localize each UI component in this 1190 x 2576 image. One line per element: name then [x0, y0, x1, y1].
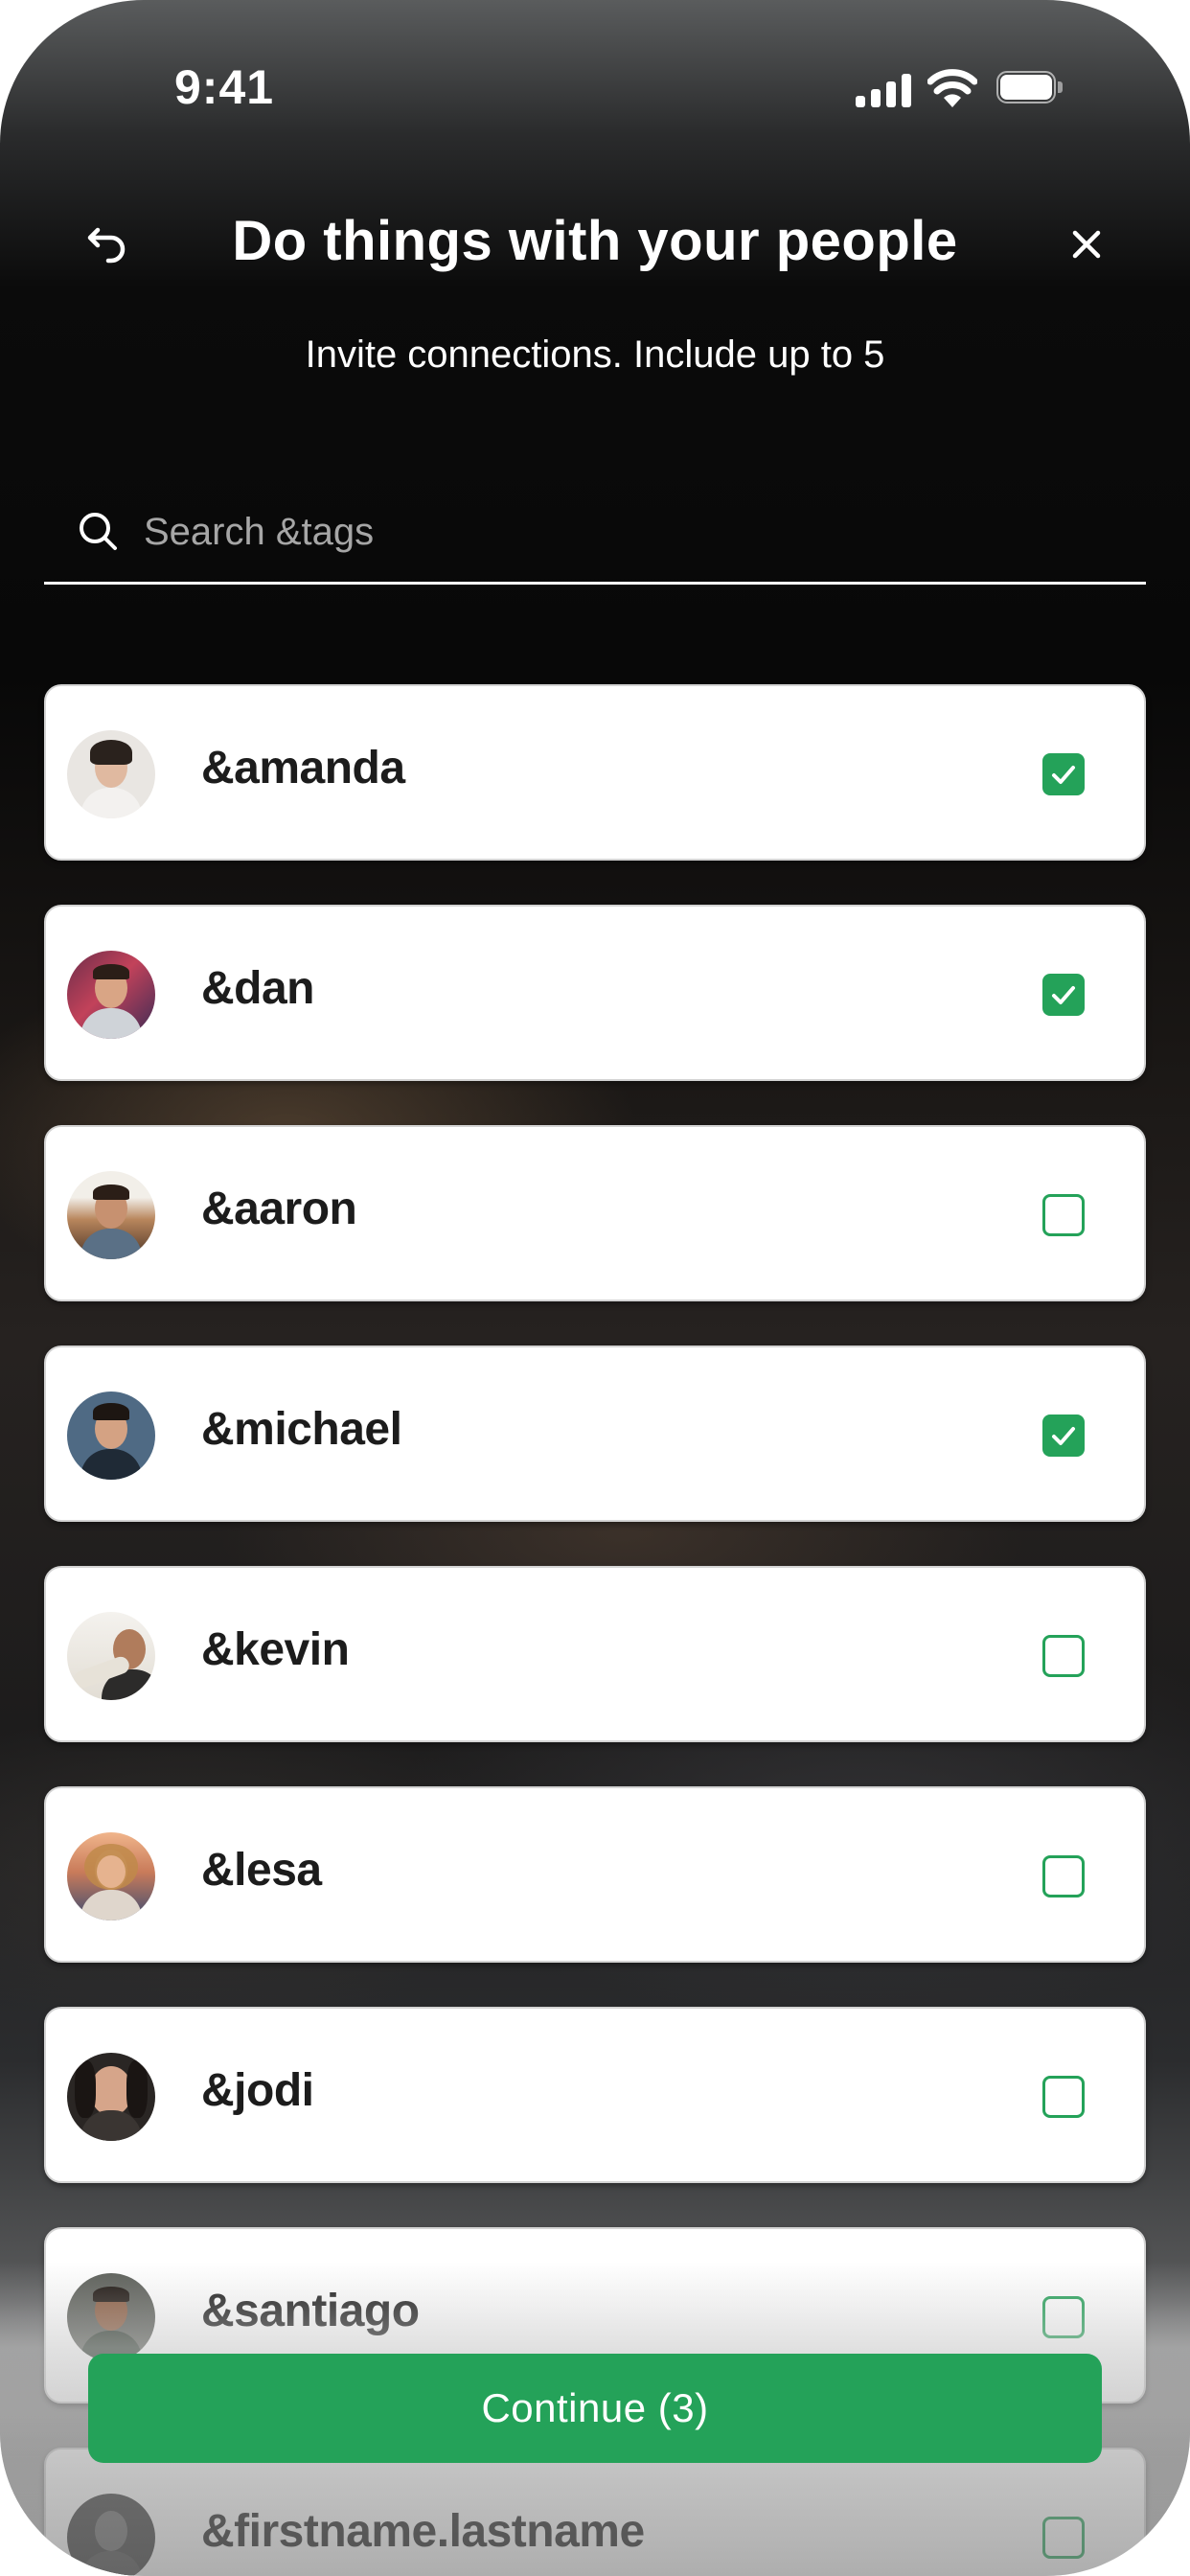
select-checkbox[interactable] [1042, 1635, 1085, 1677]
checkmark-icon [1052, 766, 1075, 784]
page-subtitle: Invite connections. Include up to 5 [305, 334, 885, 376]
connection-handle: &dan [201, 963, 315, 1014]
connection-item-jodi[interactable]: &jodi [44, 2007, 1146, 2183]
connection-item-kevin[interactable]: &kevin [44, 1566, 1146, 1742]
avatar [67, 730, 155, 818]
search-icon [80, 513, 117, 550]
avatar [67, 951, 155, 1039]
avatar [67, 1171, 155, 1259]
connection-item-aaron[interactable]: &aaron [44, 1125, 1146, 1301]
connection-handle: &kevin [201, 1624, 350, 1675]
connection-item-amanda[interactable]: &amanda [44, 684, 1146, 861]
checkmark-icon [1052, 1427, 1075, 1445]
select-checkbox[interactable] [1042, 1414, 1085, 1457]
status-bar: 9:41 [0, 0, 1190, 182]
battery-icon [996, 71, 1065, 107]
connection-handle: &lesa [201, 1845, 322, 1896]
connection-handle: &aaron [201, 1184, 357, 1234]
connection-item-michael[interactable]: &michael [44, 1346, 1146, 1522]
page-title: Do things with your people [232, 210, 958, 272]
select-checkbox[interactable] [1042, 974, 1085, 1016]
continue-button[interactable]: Continue (3) [88, 2354, 1102, 2463]
avatar [67, 1392, 155, 1480]
status-time: 9:41 [174, 60, 275, 114]
search-bar [44, 489, 1146, 585]
cellular-signal-icon [856, 73, 913, 107]
connection-handle: &michael [201, 1404, 402, 1455]
avatar [67, 2273, 155, 2361]
select-checkbox[interactable] [1042, 753, 1085, 795]
connection-handle: &amanda [201, 743, 405, 794]
select-checkbox[interactable] [1042, 2517, 1085, 2559]
select-checkbox[interactable] [1042, 2296, 1085, 2338]
connection-item-lesa[interactable]: &lesa [44, 1786, 1146, 1963]
avatar [67, 2494, 155, 2576]
connection-item-firstname-lastname[interactable]: &firstname.lastname [44, 2448, 1146, 2576]
avatar [67, 1832, 155, 1920]
avatar [67, 2053, 155, 2141]
connection-handle: &firstname.lastname [201, 2506, 645, 2557]
connection-item-dan[interactable]: &dan [44, 905, 1146, 1081]
search-input[interactable] [144, 498, 1102, 565]
wifi-icon [927, 69, 977, 107]
connection-handle: &jodi [201, 2065, 314, 2116]
phone-screen: 9:41 Do things with your people Invite c… [0, 0, 1190, 2576]
close-icon[interactable] [1057, 215, 1116, 274]
avatar [67, 1612, 155, 1700]
select-checkbox[interactable] [1042, 1855, 1085, 1898]
select-checkbox[interactable] [1042, 1194, 1085, 1236]
select-checkbox[interactable] [1042, 2076, 1085, 2118]
checkmark-icon [1052, 986, 1075, 1004]
connection-handle: &santiago [201, 2286, 420, 2336]
